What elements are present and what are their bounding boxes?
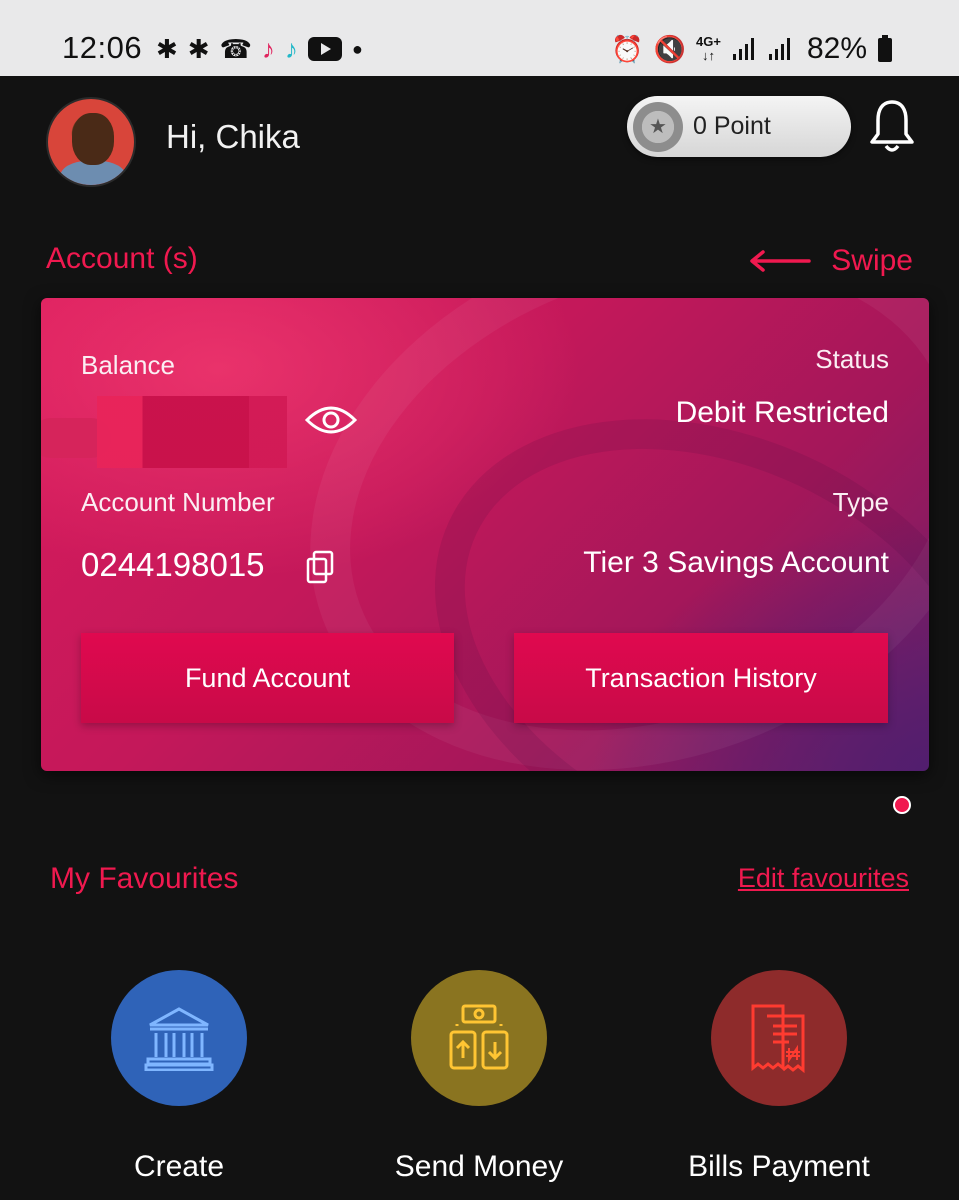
dot-icon: ● (351, 39, 363, 59)
carousel-indicator (893, 796, 911, 814)
status-value: Debit Restricted (675, 396, 889, 429)
missed-call-icon: ☎ (219, 34, 252, 64)
accounts-section-title: Account (s) (46, 242, 198, 275)
type-label: Type (832, 487, 889, 517)
points-badge[interactable]: ★ 0 Point (627, 96, 851, 157)
signal-icon (732, 38, 754, 60)
favourite-create-label: Create (133, 1150, 225, 1183)
swipe-label: Swipe (831, 244, 913, 277)
battery-icon (878, 35, 892, 62)
favourite-create-button[interactable] (111, 970, 247, 1106)
fund-account-button[interactable]: Fund Account (81, 633, 454, 723)
balance-value-redacted (97, 396, 287, 468)
swipe-hint: Swipe (749, 244, 913, 278)
copy-icon[interactable] (305, 550, 335, 584)
receipt-naira-icon (751, 1004, 805, 1074)
avatar[interactable] (46, 97, 136, 187)
bank-icon (144, 1007, 214, 1071)
status-label: Status (815, 344, 889, 374)
slack-icon: ✱ (156, 34, 178, 64)
favourite-bills-payment-button[interactable] (711, 970, 847, 1106)
account-number: 0244198015 (81, 546, 265, 583)
favourite-send-money-button[interactable] (411, 970, 547, 1106)
arrow-left-icon (750, 250, 812, 272)
tiktok-icon: ♪ (261, 34, 275, 64)
medal-icon: ★ (633, 101, 683, 152)
points-label: 0 Point (693, 112, 771, 140)
account-card[interactable]: Balance Status Debit Restricted Account … (41, 298, 929, 771)
mute-icon: 🔇 (653, 34, 687, 64)
money-transfer-icon (449, 1004, 509, 1070)
network-type-icon: 4G+ ↓↑ (696, 34, 721, 63)
favourite-bills-payment-label: Bills Payment (688, 1150, 870, 1183)
balance-label: Balance (81, 350, 175, 380)
favourite-send-money-label: Send Money (394, 1150, 564, 1183)
transaction-history-button[interactable]: Transaction History (514, 633, 888, 723)
youtube-icon (307, 37, 342, 61)
tiktok-icon: ♪ (284, 34, 298, 64)
slack-icon: ✱ (187, 34, 210, 64)
type-value: Tier 3 Savings Account (583, 546, 889, 579)
status-bar: 12:06 ✱ ✱ ☎ ♪ ♪ ● ⏰ 🔇 4G+ ↓↑ 82% (0, 0, 959, 76)
eye-icon[interactable] (304, 402, 358, 438)
edit-favourites-link[interactable]: Edit favourites (738, 863, 909, 894)
alarm-icon: ⏰ (611, 34, 644, 64)
greeting-text: Hi, Chika (166, 118, 300, 155)
notification-icons: ✱ ✱ ☎ ♪ ♪ ● (156, 32, 363, 66)
status-time: 12:06 (62, 30, 143, 65)
system-icons: ⏰ 🔇 4G+ ↓↑ 82% (611, 32, 893, 66)
signal-icon (768, 38, 790, 60)
account-number-label: Account Number (81, 487, 275, 517)
battery-percent: 82% (806, 32, 867, 65)
favourites-section-title: My Favourites (50, 862, 239, 895)
bell-icon[interactable] (868, 98, 916, 154)
